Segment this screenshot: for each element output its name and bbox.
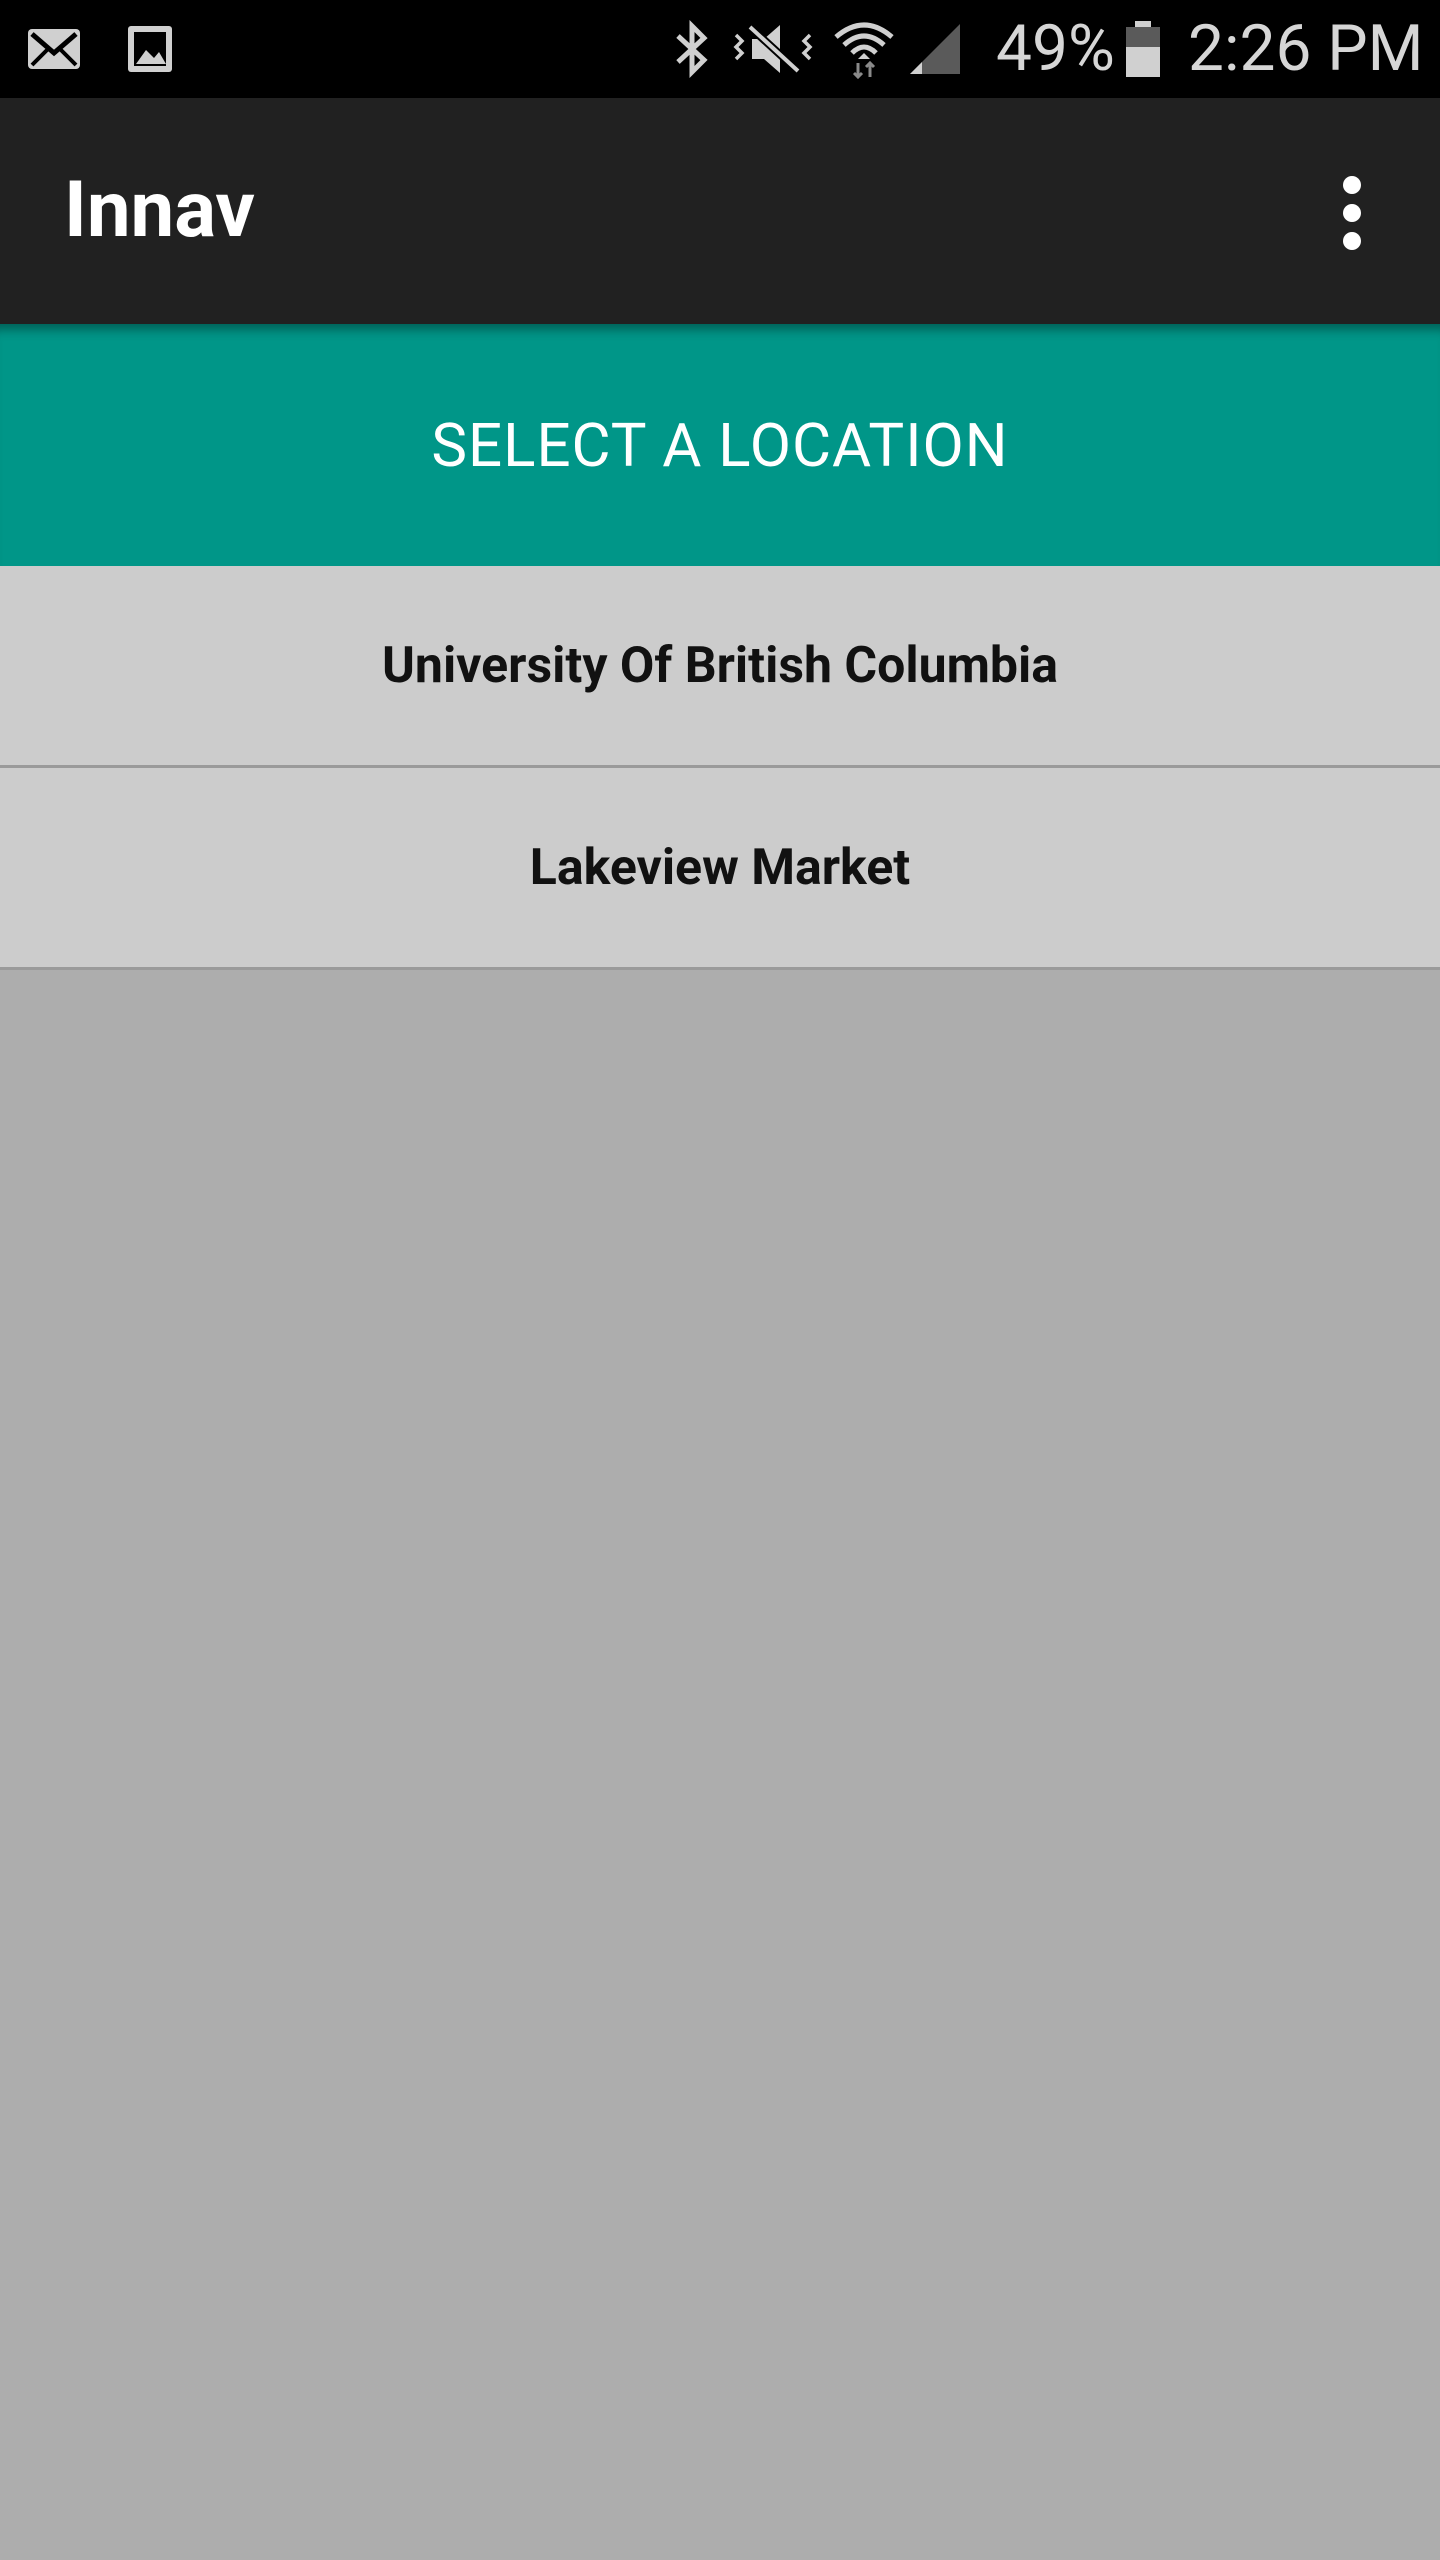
battery-icon — [1124, 0, 1162, 98]
gallery-icon — [126, 0, 174, 98]
signal-icon — [908, 0, 962, 98]
location-item-lakeview-market[interactable]: Lakeview Market — [0, 768, 1440, 970]
location-label: University Of British Columbia — [381, 636, 1059, 695]
bluetooth-icon — [672, 0, 712, 98]
battery-percent: 49% — [996, 11, 1115, 86]
app-bar: Innav — [0, 98, 1440, 324]
header-label: SELECT A LOCATION — [431, 409, 1009, 481]
location-label: Lakeview Market — [529, 838, 911, 897]
email-icon — [26, 0, 82, 98]
app-title: Innav — [64, 165, 255, 256]
location-item-ubc[interactable]: University Of British Columbia — [0, 566, 1440, 768]
clock: 2:26 PM — [1188, 11, 1424, 86]
location-list: University Of British Columbia Lakeview … — [0, 566, 1440, 970]
more-vert-icon[interactable] — [1316, 168, 1388, 258]
wifi-icon — [834, 0, 894, 98]
mute-vibrate-icon — [732, 0, 814, 98]
status-bar: 49% 2:26 PM — [0, 0, 1440, 98]
select-location-header: SELECT A LOCATION — [0, 324, 1440, 566]
